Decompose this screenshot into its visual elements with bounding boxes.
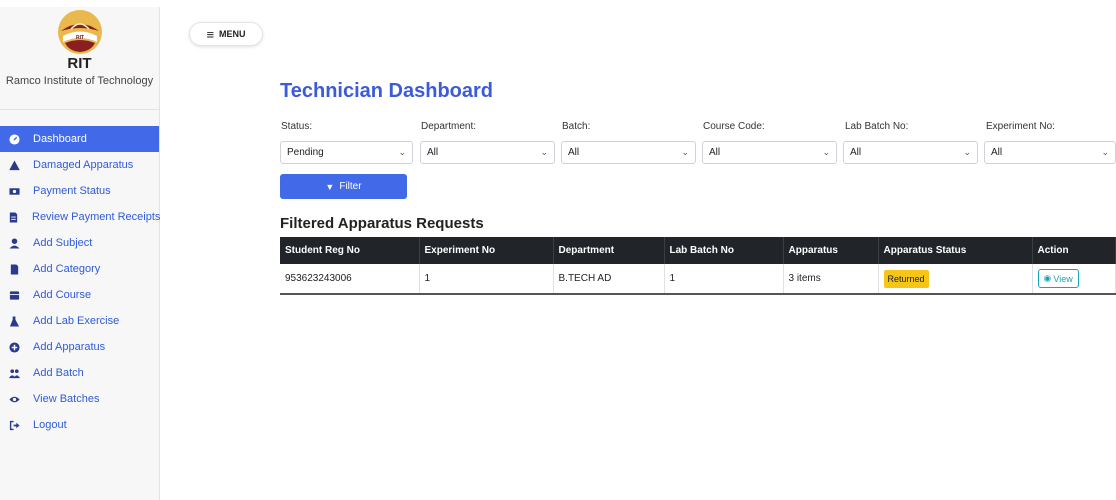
lab-batch-filter-label: Lab Batch No: <box>845 121 909 132</box>
lab-batch-select[interactable]: All ⌄ <box>843 141 978 164</box>
apparatus-cell: 3 items <box>783 264 879 295</box>
user-icon <box>8 237 20 249</box>
sidebar-item-add-category[interactable]: Add Category <box>0 256 159 282</box>
menu-button-label: MENU <box>219 29 246 39</box>
hamburger-icon: ≡ <box>206 26 215 42</box>
chevron-down-icon: ⌄ <box>398 147 406 157</box>
chevron-down-icon: ⌄ <box>963 147 971 157</box>
lab-batch-select-value: All <box>850 147 862 158</box>
experiment-select-value: All <box>991 147 1003 158</box>
course-code-select-value: All <box>709 147 721 158</box>
sidebar-item-label: Review Payment Receipts <box>32 211 161 223</box>
filter-button[interactable]: ▼ Filter <box>280 174 407 199</box>
apparatus-requests-table: Student Reg No Experiment No Department … <box>280 237 1116 295</box>
sidebar-item-label: Dashboard <box>33 133 87 145</box>
chevron-down-icon: ⌄ <box>681 147 689 157</box>
table-row: 953623243006 1 B.TECH AD 1 3 items Retur… <box>280 264 1116 295</box>
experiment-filter-label: Experiment No: <box>986 121 1055 132</box>
department-cell: B.TECH AD <box>553 264 665 295</box>
sidebar: RIT RIT Ramco Institute of Technology Da… <box>0 7 160 500</box>
receipt-icon <box>8 211 19 223</box>
department-select-value: All <box>427 147 439 158</box>
sidebar-item-logout[interactable]: Logout <box>0 412 159 438</box>
brand: RIT RIT Ramco Institute of Technology <box>0 7 159 110</box>
funnel-icon: ▼ <box>325 181 335 192</box>
svg-text:RIT: RIT <box>75 35 83 41</box>
sidebar-item-label: Damaged Apparatus <box>33 159 134 171</box>
view-button[interactable]: ◉ View <box>1037 269 1079 288</box>
chevron-down-icon: ⌄ <box>540 147 548 157</box>
document-icon <box>8 263 20 275</box>
course-code-select[interactable]: All ⌄ <box>702 141 837 164</box>
plus-circle-icon <box>8 341 20 353</box>
menu-button[interactable]: ≡ MENU <box>189 22 263 46</box>
column-header: Department <box>553 237 665 264</box>
sidebar-item-label: Add Lab Exercise <box>33 315 120 327</box>
view-button-label: View <box>1053 273 1073 284</box>
sidebar-item-add-course[interactable]: Add Course <box>0 282 159 308</box>
sidebar-item-damaged-apparatus[interactable]: Damaged Apparatus <box>0 152 159 178</box>
sidebar-item-label: Add Course <box>33 289 92 301</box>
logout-icon <box>8 419 20 431</box>
batch-filter-label: Batch: <box>562 121 591 132</box>
status-badge: Returned <box>883 269 929 288</box>
sidebar-item-label: Add Apparatus <box>33 341 106 353</box>
status-select[interactable]: Pending ⌄ <box>280 141 413 164</box>
rit-logo: RIT <box>57 10 102 54</box>
sidebar-item-label: Logout <box>33 419 67 431</box>
eye-icon: ◉ <box>1043 273 1052 283</box>
batch-select-value: All <box>568 147 580 158</box>
chevron-down-icon: ⌄ <box>1101 147 1109 157</box>
dashboard-icon <box>8 133 20 145</box>
sidebar-item-view-batches[interactable]: View Batches <box>0 386 159 412</box>
sidebar-nav: Dashboard Damaged Apparatus Payment Stat… <box>0 126 161 438</box>
money-icon <box>8 185 20 197</box>
experiment-select[interactable]: All ⌄ <box>984 141 1116 164</box>
sidebar-item-label: Payment Status <box>33 185 111 197</box>
sidebar-item-review-payment-receipts[interactable]: Review Payment Receipts <box>0 204 161 230</box>
book-icon <box>8 289 20 301</box>
sidebar-item-label: Add Subject <box>33 237 93 249</box>
status-select-value: Pending <box>287 147 324 158</box>
status-cell: Returned <box>878 264 1033 295</box>
sidebar-item-payment-status[interactable]: Payment Status <box>0 178 159 204</box>
brand-full-name: Ramco Institute of Technology <box>5 75 154 87</box>
action-cell: ◉ View <box>1032 264 1116 295</box>
eye-icon <box>8 393 20 405</box>
department-filter-label: Department: <box>421 121 477 132</box>
sidebar-item-add-subject[interactable]: Add Subject <box>0 230 159 256</box>
experiment-no-cell: 1 <box>419 264 554 295</box>
users-icon <box>8 367 20 379</box>
lab-batch-no-cell: 1 <box>664 264 784 295</box>
brand-short-name: RIT <box>67 55 92 72</box>
status-filter-label: Status: <box>281 121 313 132</box>
column-header: Action <box>1032 237 1116 264</box>
batch-select[interactable]: All ⌄ <box>561 141 696 164</box>
column-header: Lab Batch No <box>664 237 784 264</box>
column-header: Apparatus Status <box>878 237 1033 264</box>
sidebar-item-label: Add Category <box>33 263 101 275</box>
chevron-down-icon: ⌄ <box>822 147 830 157</box>
filter-button-label: Filter <box>339 181 362 192</box>
warning-icon <box>8 159 20 171</box>
course-code-filter-label: Course Code: <box>703 121 765 132</box>
sidebar-item-dashboard[interactable]: Dashboard <box>0 126 159 152</box>
flask-icon <box>8 315 20 327</box>
sidebar-item-add-lab-exercise[interactable]: Add Lab Exercise <box>0 308 159 334</box>
column-header: Apparatus <box>783 237 879 264</box>
sidebar-item-label: Add Batch <box>33 367 84 379</box>
sidebar-item-label: View Batches <box>33 393 100 405</box>
sidebar-item-add-apparatus[interactable]: Add Apparatus <box>0 334 159 360</box>
section-title: Filtered Apparatus Requests <box>280 215 484 232</box>
reg-no-cell: 953623243006 <box>280 264 420 295</box>
column-header: Student Reg No <box>280 237 420 264</box>
department-select[interactable]: All ⌄ <box>420 141 555 164</box>
page-title: Technician Dashboard <box>280 80 494 102</box>
table-header-row: Student Reg No Experiment No Department … <box>280 237 1116 264</box>
sidebar-item-add-batch[interactable]: Add Batch <box>0 360 159 386</box>
column-header: Experiment No <box>419 237 554 264</box>
